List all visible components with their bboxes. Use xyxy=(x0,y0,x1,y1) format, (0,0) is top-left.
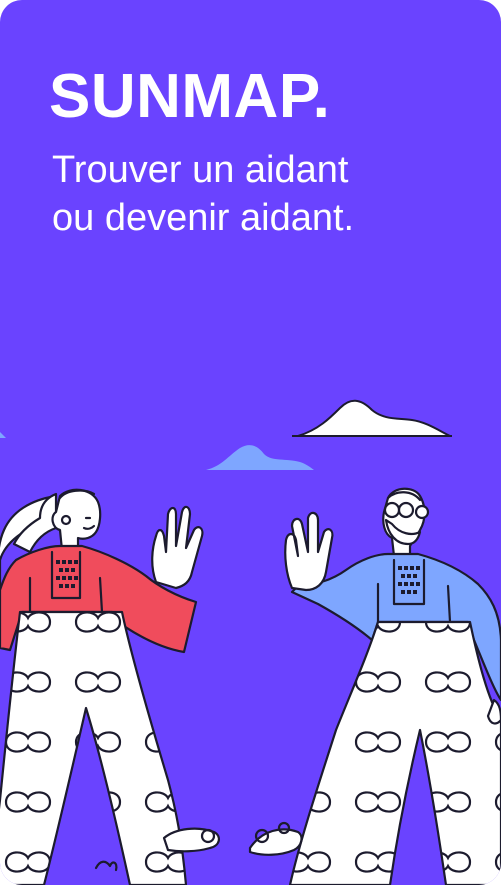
man-waving-figure xyxy=(248,487,501,885)
cloud-icon xyxy=(206,445,314,470)
cloud-icon xyxy=(0,432,6,438)
woman-waving-figure xyxy=(0,488,220,885)
cloud-icon xyxy=(292,399,452,437)
two-people-waving-illustration xyxy=(0,399,501,885)
welcome-screen: SUNMAP. Trouver un aidant ou devenir aid… xyxy=(0,0,501,885)
